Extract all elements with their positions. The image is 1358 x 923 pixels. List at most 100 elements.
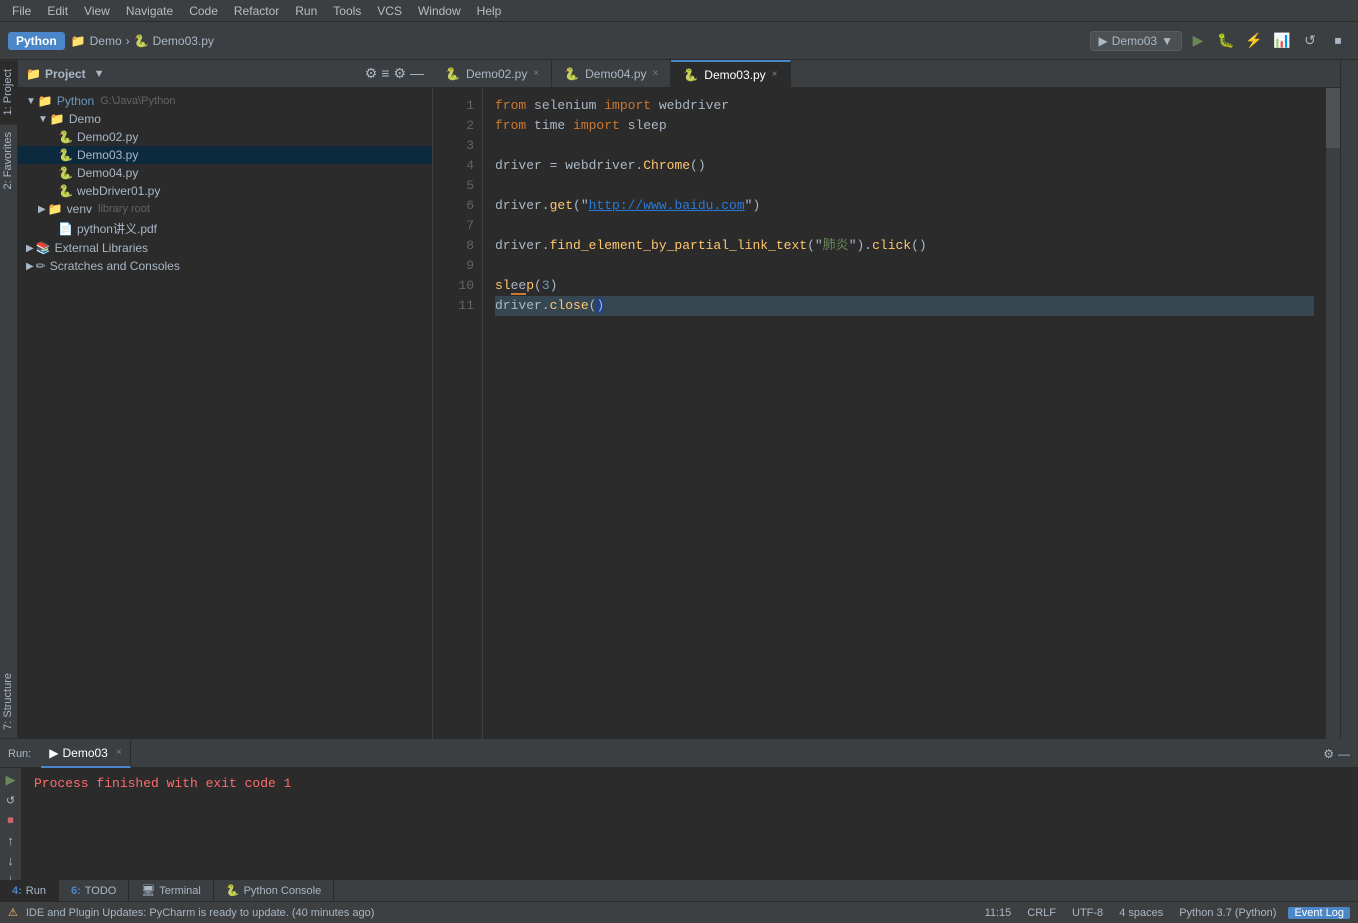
left-tab-structure[interactable]: 7: Structure: [0, 665, 17, 739]
tree-item-venv[interactable]: ▶ 📁 venv library root: [18, 200, 432, 218]
bottom-tab-terminal[interactable]: 🖥 Terminal: [129, 880, 214, 902]
panel-collapse-icon[interactable]: ≡: [381, 65, 389, 82]
expand-arrow-extlib: ▶: [26, 243, 34, 254]
demo-folder-icon: 📁: [50, 112, 65, 126]
status-indent[interactable]: 4 spaces: [1115, 907, 1167, 919]
menu-file[interactable]: File: [4, 2, 39, 20]
editor-minimap[interactable]: [1326, 88, 1340, 739]
panel-settings-icon[interactable]: ⚙: [365, 65, 378, 82]
tree-item-python-root[interactable]: ▼ 📁 Python G:\Java\Python: [18, 92, 432, 110]
run-tab-text: Run: [26, 885, 46, 897]
line-numbers: 1 2 3 4 5 6 7 8 9 10 11: [433, 88, 483, 739]
menu-edit[interactable]: Edit: [39, 2, 76, 20]
tab-demo02-close[interactable]: ×: [533, 68, 539, 79]
tab-demo04-label: Demo04.py: [585, 67, 646, 81]
pdf-icon: 📄: [58, 222, 73, 236]
menu-vcs[interactable]: VCS: [369, 2, 410, 20]
terminal-tab-icon: 🖥: [141, 884, 155, 897]
tree-label-extlib: External Libraries: [55, 241, 148, 255]
run-scroll-up-btn[interactable]: ↑: [3, 832, 19, 848]
tree-item-webdriver01[interactable]: 🐍 webDriver01.py: [18, 182, 432, 200]
status-encoding[interactable]: UTF-8: [1068, 907, 1107, 919]
run-config-selector[interactable]: ▶ Demo03 ▼: [1090, 31, 1182, 51]
project-dropdown[interactable]: ▼: [94, 68, 105, 80]
code-line-1: from selenium import webdriver: [495, 96, 1314, 116]
status-cursor[interactable]: 11:15: [981, 907, 1016, 919]
code-line-2: from time import sleep: [495, 116, 1314, 136]
run-scroll-down-btn[interactable]: ↓: [3, 852, 19, 868]
run-stop-btn[interactable]: ⏹: [3, 812, 19, 828]
tree-item-demo03[interactable]: 🐍 Demo03.py: [18, 146, 432, 164]
code-editor[interactable]: 1 2 3 4 5 6 7 8 9 10 11 from selenium im…: [433, 88, 1340, 739]
status-event-log[interactable]: Event Log: [1288, 907, 1350, 919]
left-tab-project[interactable]: 1: Project: [0, 60, 17, 123]
tab-demo02-label: Demo02.py: [466, 67, 527, 81]
python-folder-icon: 📁: [38, 94, 53, 108]
tree-item-demo04[interactable]: 🐍 Demo04.py: [18, 164, 432, 182]
tree-item-demo02[interactable]: 🐍 Demo02.py: [18, 128, 432, 146]
bottom-tab-todo[interactable]: 6: TODO: [59, 880, 129, 902]
status-line-sep[interactable]: CRLF: [1023, 907, 1060, 919]
python-console-icon: 🐍: [226, 884, 240, 897]
rerun-button[interactable]: ↺: [1298, 29, 1322, 53]
tree-item-external-libs[interactable]: ▶ 📚 External Libraries: [18, 239, 432, 257]
status-python-ver[interactable]: Python 3.7 (Python): [1175, 907, 1280, 919]
tree-item-pdf[interactable]: 📄 python讲义.pdf: [18, 218, 432, 239]
stop-button[interactable]: ⏹: [1326, 29, 1350, 53]
tab-demo03-close[interactable]: ×: [772, 69, 778, 80]
code-line-10: sleep(3): [495, 276, 1314, 296]
bottom-tab-python-console[interactable]: 🐍 Python Console: [214, 880, 334, 902]
code-content[interactable]: from selenium import webdriver from time…: [483, 88, 1326, 739]
breadcrumb-project[interactable]: Demo: [90, 34, 122, 48]
menu-run[interactable]: Run: [287, 2, 325, 20]
profile-button[interactable]: 📊: [1270, 29, 1294, 53]
code-line-11: driver.close(): [495, 296, 1314, 316]
tree-label-demo04: Demo04.py: [77, 166, 138, 180]
tab-demo03[interactable]: 🐍 Demo03.py ×: [671, 60, 790, 88]
panel-minimize-icon[interactable]: —: [410, 65, 424, 82]
menu-help[interactable]: Help: [469, 2, 510, 20]
left-tab-favorites[interactable]: 2: Favorites: [0, 123, 17, 197]
status-message[interactable]: IDE and Plugin Updates: PyCharm is ready…: [26, 907, 375, 919]
run-tab-demo03[interactable]: ▶ Demo03 ×: [41, 740, 130, 768]
run-tab-close[interactable]: ×: [116, 747, 122, 758]
tree-item-demo-folder[interactable]: ▼ 📁 Demo: [18, 110, 432, 128]
tab-demo04-close[interactable]: ×: [653, 68, 659, 79]
menu-view[interactable]: View: [76, 2, 118, 20]
tree-label-venv: venv: [67, 202, 92, 216]
run-button[interactable]: ▶: [1186, 29, 1210, 53]
bottom-panel: Run: ▶ Demo03 × ⚙ — ▶ ↺ ⏹ ↑ ↓ ⤓ Process …: [0, 739, 1358, 879]
menu-window[interactable]: Window: [410, 2, 469, 20]
python-console-text: Python Console: [244, 885, 322, 897]
code-line-7: [495, 216, 1314, 236]
run-rerun-btn[interactable]: ↺: [3, 792, 19, 808]
tab-demo04[interactable]: 🐍 Demo04.py ×: [552, 60, 671, 88]
menu-refactor[interactable]: Refactor: [226, 2, 287, 20]
tree-label-pdf: python讲义.pdf: [77, 220, 157, 237]
breadcrumb-separator: ›: [126, 34, 130, 48]
tree-label-python: Python: [57, 94, 94, 108]
extlib-icon: 📚: [36, 241, 51, 255]
menu-tools[interactable]: Tools: [325, 2, 369, 20]
run-close-icon[interactable]: —: [1338, 747, 1350, 761]
menu-navigate[interactable]: Navigate: [118, 2, 181, 20]
run-settings-icon[interactable]: ⚙: [1323, 747, 1334, 761]
breadcrumb-file[interactable]: Demo03.py: [153, 34, 214, 48]
panel-gear-icon[interactable]: ⚙: [393, 65, 406, 82]
tab-demo02[interactable]: 🐍 Demo02.py ×: [433, 60, 552, 88]
run-panel-header: Run: ▶ Demo03 × ⚙ —: [0, 740, 1358, 768]
tree-label-venv-extra: library root: [98, 203, 150, 215]
debug-button[interactable]: 🐛: [1214, 29, 1238, 53]
breadcrumb-folder-icon: 📁: [71, 34, 86, 48]
bottom-tab-run[interactable]: 4: Run: [0, 880, 59, 902]
run-play-btn[interactable]: ▶: [3, 772, 19, 788]
tree-label-demo03: Demo03.py: [77, 148, 138, 162]
venv-icon: 📁: [48, 202, 63, 216]
demo04-icon: 🐍: [58, 166, 73, 180]
minimap-thumb: [1326, 88, 1340, 148]
menu-bar: File Edit View Navigate Code Refactor Ru…: [0, 0, 1358, 22]
menu-code[interactable]: Code: [181, 2, 226, 20]
tree-item-scratches[interactable]: ▶ ✏ Scratches and Consoles: [18, 257, 432, 275]
code-line-9: [495, 256, 1314, 276]
coverage-button[interactable]: ⚡: [1242, 29, 1266, 53]
